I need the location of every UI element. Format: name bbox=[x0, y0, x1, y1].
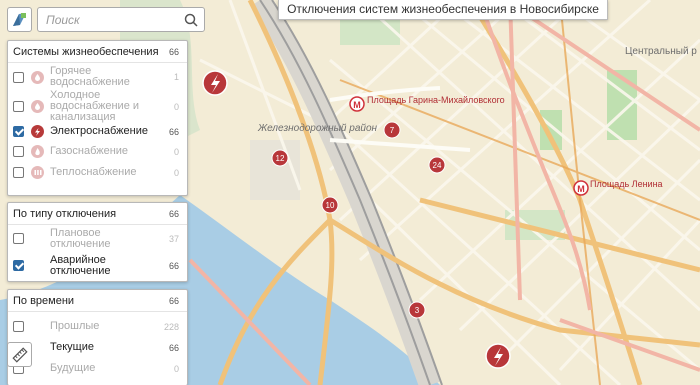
power-outage-marker[interactable] bbox=[202, 70, 228, 96]
svg-text:12: 12 bbox=[276, 154, 285, 163]
radiator-icon bbox=[31, 166, 44, 179]
gas-flame-icon bbox=[31, 145, 44, 158]
checkbox[interactable] bbox=[13, 101, 24, 112]
svg-text:Площадь Гарина-Михайловского: Площадь Гарина-Михайловского bbox=[367, 95, 505, 105]
type-panel-title: По типу отключения bbox=[13, 207, 117, 220]
filter-label: Аварийное отключение bbox=[50, 253, 111, 277]
lightning-icon bbox=[31, 125, 44, 138]
cold-water-icon bbox=[31, 100, 44, 113]
filter-count: 1 bbox=[173, 72, 179, 82]
checkbox[interactable] bbox=[13, 167, 24, 178]
checkbox[interactable] bbox=[13, 321, 24, 332]
cluster-marker[interactable]: 12 bbox=[271, 149, 289, 167]
systems-panel-count: 66 bbox=[168, 46, 179, 57]
time-panel-header[interactable]: По времени 66 bbox=[8, 290, 187, 312]
page-title: Отключения систем жизнеобеспечения в Нов… bbox=[278, 0, 608, 20]
svg-text:M: M bbox=[353, 100, 361, 110]
svg-text:3: 3 bbox=[415, 306, 420, 315]
checkbox[interactable] bbox=[13, 71, 24, 83]
svg-text:24: 24 bbox=[433, 161, 442, 170]
layers-button[interactable] bbox=[7, 7, 32, 32]
search-input[interactable] bbox=[38, 8, 178, 31]
filter-label: Текущие bbox=[50, 341, 94, 353]
svg-text:M: M bbox=[577, 184, 585, 194]
cluster-marker[interactable]: 3 bbox=[408, 301, 426, 319]
type-panel-header[interactable]: По типу отключения 66 bbox=[8, 203, 187, 225]
filter-count: 0 bbox=[173, 167, 179, 178]
filter-label: Плановое отключение bbox=[50, 226, 111, 250]
cluster-marker[interactable]: 10 bbox=[321, 196, 339, 214]
filter-label: Электроснабжение bbox=[50, 125, 148, 137]
systems-filter-panel: Системы жизнеобеспечения 66 Горячее водо… bbox=[7, 40, 188, 196]
cluster-marker[interactable]: 7 bbox=[383, 121, 401, 139]
search-box bbox=[37, 7, 205, 32]
systems-panel-title: Системы жизнеобеспечения bbox=[13, 45, 159, 58]
filter-future[interactable]: Будущие 0 bbox=[8, 358, 187, 379]
filter-label: Газоснабжение bbox=[50, 145, 129, 157]
district-label: Железнодорожный район bbox=[257, 123, 378, 134]
svg-text:10: 10 bbox=[326, 201, 335, 210]
filter-gas[interactable]: Газоснабжение 0 bbox=[8, 141, 187, 162]
ruler-icon bbox=[11, 346, 28, 363]
filter-planned[interactable]: Плановое отключение 37 bbox=[8, 225, 187, 252]
checkbox[interactable] bbox=[13, 146, 24, 157]
power-outage-marker[interactable] bbox=[485, 343, 511, 369]
cluster-marker[interactable]: 24 bbox=[428, 156, 446, 174]
filter-count: 228 bbox=[163, 321, 179, 332]
filter-count: 0 bbox=[173, 101, 179, 112]
filter-label: Теплоснабжение bbox=[50, 166, 137, 178]
ruler-button[interactable] bbox=[7, 342, 32, 367]
filter-label: Прошлые bbox=[50, 320, 100, 332]
filter-electricity[interactable]: Электроснабжение 66 bbox=[8, 122, 187, 141]
checkbox[interactable] bbox=[13, 233, 24, 244]
checkbox-checked[interactable] bbox=[13, 260, 24, 271]
systems-panel-header[interactable]: Системы жизнеобеспечения 66 bbox=[8, 41, 187, 63]
filter-count: 37 bbox=[168, 233, 179, 244]
filter-heating[interactable]: Теплоснабжение 0 bbox=[8, 162, 187, 183]
filter-cold-water[interactable]: Холодное водоснабжение и канализация 0 bbox=[8, 89, 187, 123]
checkbox-checked[interactable] bbox=[13, 126, 24, 137]
filter-emergency[interactable]: Аварийное отключение 66 bbox=[8, 252, 187, 279]
filter-count: 66 bbox=[168, 126, 179, 137]
filter-past[interactable]: Прошлые 228 bbox=[8, 316, 187, 337]
svg-text:Площадь Ленина: Площадь Ленина bbox=[590, 179, 663, 189]
time-panel-count: 66 bbox=[168, 295, 179, 306]
search-icon[interactable] bbox=[184, 13, 198, 27]
filter-count: 0 bbox=[173, 363, 179, 374]
time-filter-panel: По времени 66 Прошлые 228 Текущие 66 Буд… bbox=[7, 289, 188, 385]
central-district-label: Центральный р bbox=[625, 46, 697, 57]
type-filter-panel: По типу отключения 66 Плановое отключени… bbox=[7, 202, 188, 282]
filter-count: 66 bbox=[168, 260, 179, 271]
filter-current[interactable]: Текущие 66 bbox=[8, 337, 187, 358]
hot-water-icon bbox=[31, 70, 44, 84]
svg-text:7: 7 bbox=[390, 126, 395, 135]
filter-label: Холодное водоснабжение и канализация bbox=[50, 89, 140, 123]
filter-label: Будущие bbox=[50, 362, 96, 374]
type-panel-count: 66 bbox=[168, 208, 179, 219]
time-panel-title: По времени bbox=[13, 294, 75, 307]
filter-count: 66 bbox=[168, 342, 179, 353]
map-layers-icon bbox=[13, 13, 26, 26]
filter-hot-water[interactable]: Горячее водоснабжение 1 bbox=[8, 63, 187, 91]
filter-count: 0 bbox=[173, 146, 179, 157]
filter-label: Горячее водоснабжение bbox=[50, 65, 130, 88]
